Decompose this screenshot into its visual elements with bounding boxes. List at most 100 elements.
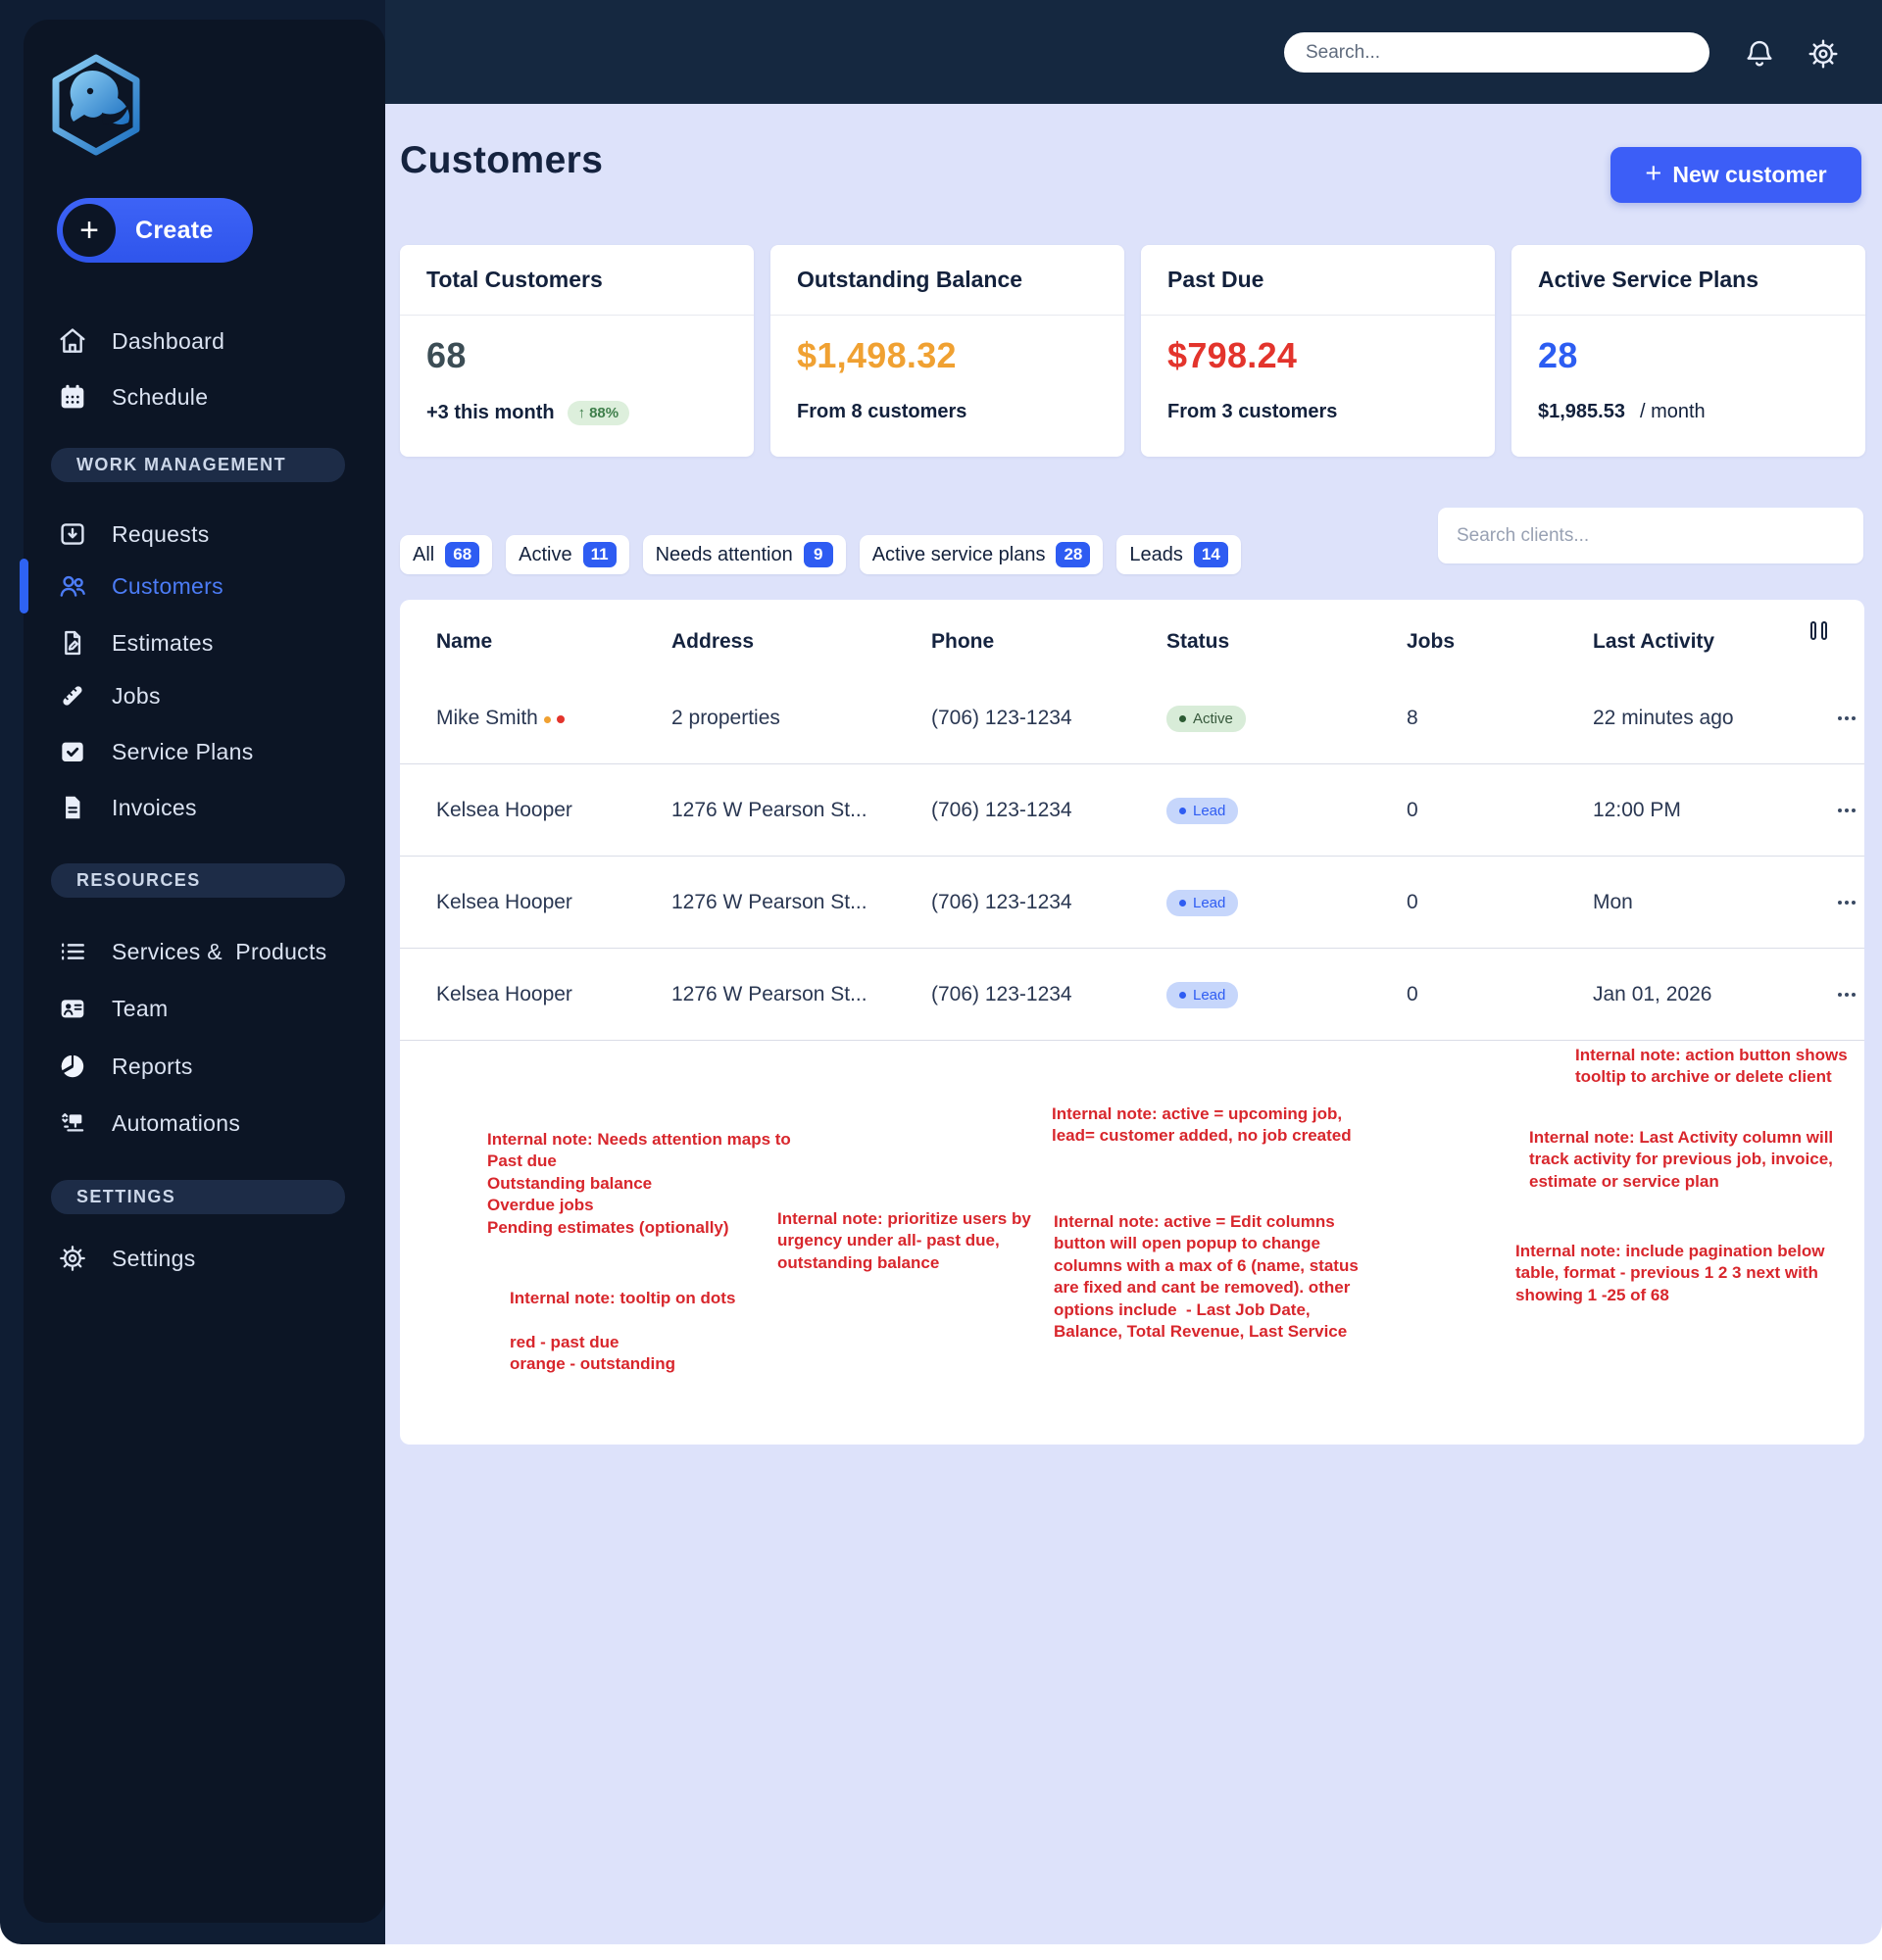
status-badge: Lead — [1166, 889, 1239, 916]
past-due-dot[interactable] — [556, 715, 565, 723]
list-icon — [57, 936, 88, 967]
status-badge: Lead — [1166, 797, 1239, 824]
sidebar-item-label: Schedule — [112, 383, 209, 410]
customer-phone: (706) 123-1234 — [931, 890, 1072, 913]
sidebar-item-label: Team — [112, 995, 169, 1021]
sidebar-item-schedule[interactable]: Schedule — [57, 369, 361, 424]
sidebar-item-label: Requests — [112, 520, 210, 547]
sidebar-item-label: Settings — [112, 1245, 196, 1271]
section-header-label: RESOURCES — [76, 870, 201, 890]
card-subtitle: From 3 customers — [1167, 401, 1338, 422]
stat-card-active-service-plans: Active Service Plans 28 $1,985.53 / mont… — [1511, 245, 1865, 457]
column-header-name: Name — [436, 630, 493, 653]
section-header-work-management: WORK MANAGEMENT — [51, 448, 345, 482]
up-arrow-icon: ↑ — [577, 405, 586, 421]
filter-chip-needs-attention[interactable]: Needs attention 9 — [642, 535, 846, 574]
new-customer-button[interactable]: + New customer — [1610, 147, 1861, 203]
sidebar-item-team[interactable]: Team — [57, 981, 361, 1036]
chip-label: Active service plans — [871, 543, 1046, 565]
customer-name: Mike Smith — [436, 706, 538, 729]
global-search[interactable] — [1284, 32, 1709, 73]
table-row[interactable]: Mike Smith 2 properties (706) 123-1234 A… — [400, 672, 1864, 764]
customer-name: Kelsea Hooper — [436, 890, 572, 913]
card-value: $798.24 — [1167, 335, 1298, 375]
row-actions-ellipsis-icon[interactable] — [1838, 715, 1882, 720]
chip-label: Active — [519, 543, 572, 565]
filter-chip-all[interactable]: All 68 — [400, 535, 493, 574]
card-title: Total Customers — [426, 267, 603, 292]
customer-address: 1276 W Pearson St... — [671, 890, 867, 913]
chip-count: 11 — [582, 542, 617, 567]
internal-note-dots-tooltip: Internal note: tooltip on dots red - pas… — [510, 1289, 736, 1374]
sidebar: + Create Dashboard Schedule WORK MANAGEM… — [20, 20, 385, 1923]
row-actions-ellipsis-icon[interactable] — [1838, 900, 1882, 905]
filter-chip-leads[interactable]: Leads 14 — [1116, 535, 1241, 574]
section-header-label: SETTINGS — [76, 1187, 176, 1206]
sidebar-item-dashboard[interactable]: Dashboard — [57, 314, 361, 368]
sidebar-item-services-products[interactable]: Services & Products — [57, 924, 361, 979]
columns-icon[interactable] — [1810, 621, 1827, 640]
active-nav-indicator — [20, 559, 28, 613]
calendar-icon — [57, 381, 88, 413]
internal-note-edit-columns: Internal note: active = Edit columns but… — [1054, 1212, 1359, 1342]
internal-note-last-activity: Internal note: Last Activity column will… — [1529, 1128, 1834, 1191]
section-header-settings: SETTINGS — [51, 1180, 345, 1214]
internal-note-prioritize: Internal note: prioritize users by urgen… — [777, 1209, 1031, 1272]
table-row[interactable]: Kelsea Hooper 1276 W Pearson St... (706)… — [400, 764, 1864, 857]
sidebar-item-invoices[interactable]: Invoices — [57, 780, 361, 835]
client-search[interactable] — [1438, 508, 1863, 564]
column-header-status: Status — [1166, 630, 1230, 653]
column-header-phone: Phone — [931, 630, 995, 653]
status-dot-icon — [1179, 807, 1186, 814]
global-search-input[interactable] — [1284, 41, 1709, 64]
notifications-bell-icon[interactable] — [1743, 37, 1776, 71]
sidebar-item-jobs[interactable]: Jobs — [57, 668, 361, 723]
table-row[interactable]: Kelsea Hooper 1276 W Pearson St... (706)… — [400, 949, 1864, 1041]
sidebar-item-settings[interactable]: Settings — [57, 1231, 361, 1286]
stat-cards: Total Customers 68 +3 this month ↑ 88% O… — [400, 245, 1865, 457]
internal-note-archive: Internal note: action button shows toolt… — [1575, 1046, 1848, 1087]
internal-note-needs-attention: Internal note: Needs attention maps to P… — [487, 1130, 791, 1237]
customer-jobs: 0 — [1407, 798, 1418, 821]
card-suffix: / month — [1639, 401, 1706, 422]
filter-chip-active-service-plans[interactable]: Active service plans 28 — [859, 535, 1104, 574]
table-row[interactable]: Kelsea Hooper 1276 W Pearson St... (706)… — [400, 857, 1864, 949]
card-value: 68 — [426, 335, 467, 375]
chip-label: All — [413, 543, 435, 565]
sidebar-item-requests[interactable]: Requests — [57, 507, 361, 562]
outstanding-dot[interactable] — [543, 715, 551, 723]
create-label: Create — [135, 216, 214, 244]
sidebar-item-customers[interactable]: Customers — [57, 559, 361, 613]
sidebar-item-label: Reports — [112, 1053, 193, 1079]
client-search-input[interactable] — [1438, 524, 1863, 547]
card-value: $1,498.32 — [797, 335, 957, 375]
status-label: Lead — [1193, 986, 1226, 1004]
row-actions-ellipsis-icon[interactable] — [1838, 808, 1882, 812]
customer-jobs: 0 — [1407, 890, 1418, 913]
customer-jobs: 8 — [1407, 706, 1418, 729]
filter-chip-active[interactable]: Active 11 — [506, 535, 629, 574]
page-title: Customers — [400, 139, 604, 181]
customer-name: Kelsea Hooper — [436, 798, 572, 821]
sidebar-item-service-plans[interactable]: Service Plans — [57, 724, 361, 779]
customer-jobs: 0 — [1407, 982, 1418, 1005]
id-card-icon — [57, 993, 88, 1024]
sidebar-item-estimates[interactable]: Estimates — [57, 615, 361, 670]
new-customer-label: New customer — [1672, 162, 1827, 187]
row-actions-ellipsis-icon[interactable] — [1838, 992, 1882, 997]
create-button[interactable]: + Create — [57, 198, 253, 263]
internal-note-pagination: Internal note: include pagination below … — [1515, 1242, 1825, 1304]
pie-chart-icon — [57, 1051, 88, 1082]
table-header-row: Name Address Phone Status Jobs Last Acti… — [400, 600, 1864, 672]
sidebar-item-automations[interactable]: Automations — [57, 1096, 361, 1151]
sidebar-item-reports[interactable]: Reports — [57, 1039, 361, 1094]
card-title: Past Due — [1167, 267, 1264, 292]
gear-icon — [57, 1243, 88, 1274]
sidebar-item-label: Estimates — [112, 629, 214, 656]
sidebar-item-label: Jobs — [112, 682, 161, 709]
settings-gear-icon[interactable] — [1807, 37, 1840, 71]
customer-last-activity: 22 minutes ago — [1593, 706, 1734, 729]
section-header-label: WORK MANAGEMENT — [76, 455, 286, 474]
customer-phone: (706) 123-1234 — [931, 798, 1072, 821]
document-pen-icon — [57, 627, 88, 659]
